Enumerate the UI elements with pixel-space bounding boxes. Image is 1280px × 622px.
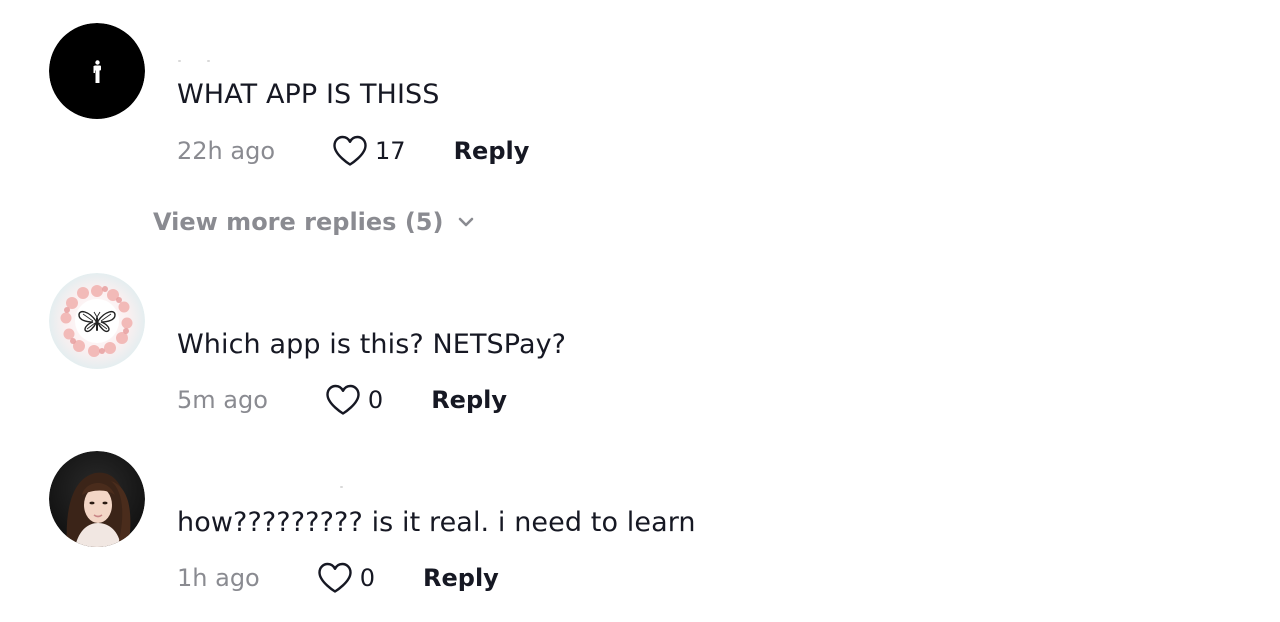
username-placeholder <box>207 60 210 62</box>
comment-meta: 1h ago 0 Reply <box>177 558 499 598</box>
like-button[interactable]: 0 <box>325 384 383 416</box>
person-photo-icon <box>49 451 145 547</box>
avatar[interactable] <box>49 23 145 119</box>
reply-button[interactable]: Reply <box>423 564 499 592</box>
heart-icon <box>326 384 360 415</box>
heart-icon <box>318 562 352 593</box>
comment-text: how????????? is it real. i need to learn <box>177 507 696 538</box>
heart-icon <box>333 135 367 166</box>
username-placeholder <box>178 60 181 62</box>
comment-meta: 5m ago 0 Reply <box>177 380 507 420</box>
username-placeholder <box>340 486 343 488</box>
view-more-replies-button[interactable]: View more replies (5) <box>153 202 475 242</box>
reply-button[interactable]: Reply <box>454 137 530 165</box>
like-button[interactable]: 0 <box>317 562 375 594</box>
reply-button[interactable]: Reply <box>431 386 507 414</box>
like-count: 0 <box>359 564 376 592</box>
avatar[interactable] <box>49 273 145 369</box>
view-more-replies-label: View more replies (5) <box>153 208 444 236</box>
comment-timestamp: 5m ago <box>177 386 268 414</box>
like-button[interactable]: 17 <box>332 135 406 167</box>
figure-icon <box>49 23 145 119</box>
comment-timestamp: 1h ago <box>177 564 260 592</box>
avatar[interactable] <box>49 451 145 547</box>
comment-text: WHAT APP IS THISS <box>177 79 440 110</box>
comment-text: Which app is this? NETSPay? <box>177 329 567 360</box>
like-count: 17 <box>375 137 406 165</box>
comment-meta: 22h ago 17 Reply <box>177 131 529 171</box>
butterfly-icon <box>49 273 145 369</box>
comment-timestamp: 22h ago <box>177 137 276 165</box>
like-count: 0 <box>367 386 384 414</box>
chevron-down-icon <box>459 217 474 227</box>
